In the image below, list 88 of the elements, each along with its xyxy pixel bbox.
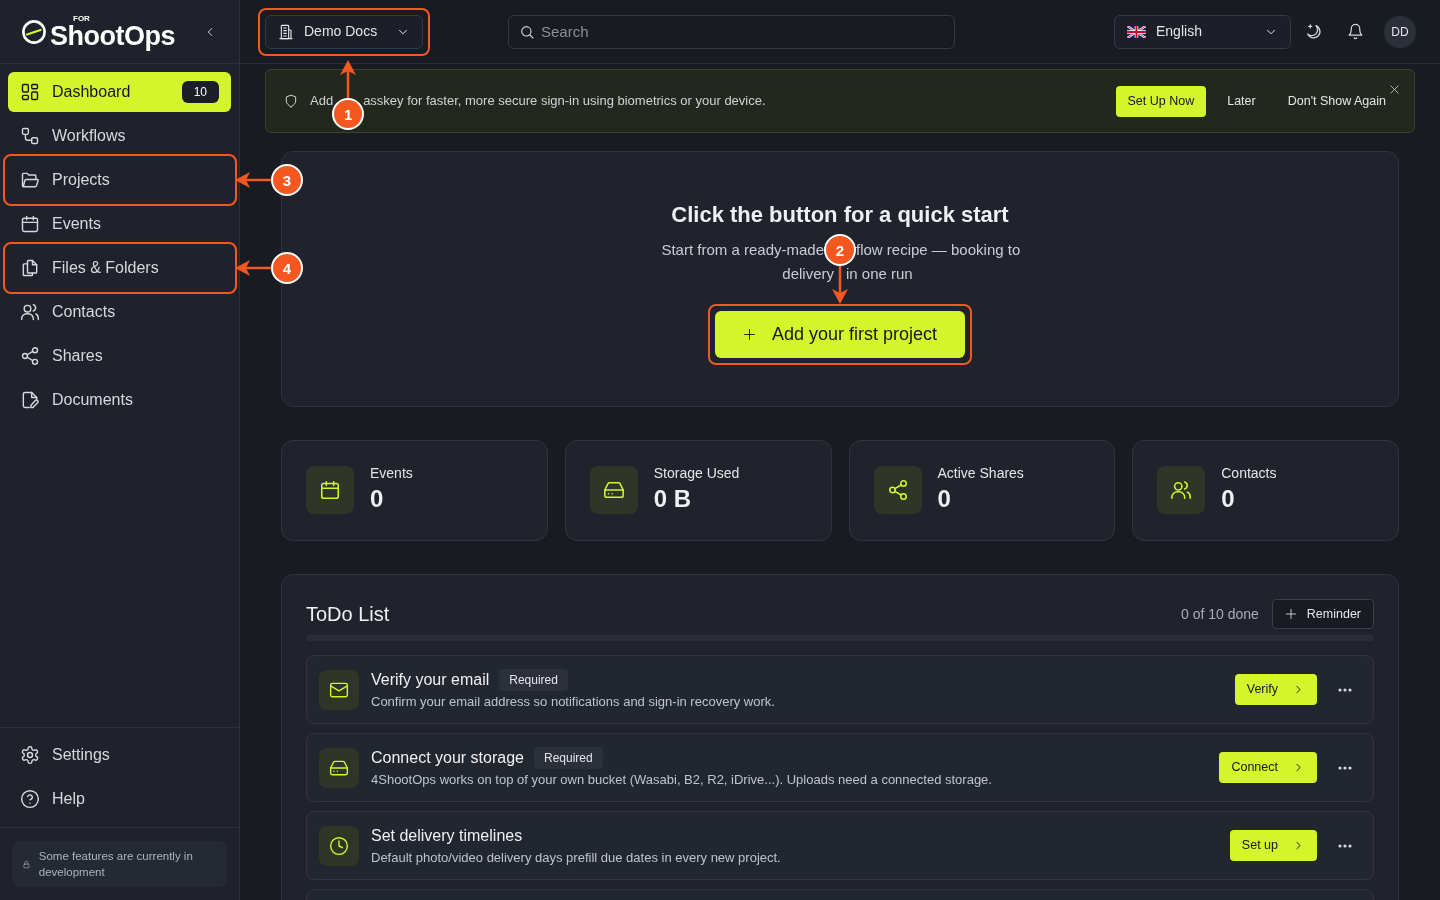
- shield-icon: [284, 94, 298, 108]
- building-icon: [278, 23, 294, 40]
- hero-subtitle: Start from a ready-made: [661, 240, 824, 260]
- plus-icon: [742, 328, 756, 341]
- gear-icon: [20, 745, 40, 765]
- more-icon: [1338, 765, 1352, 770]
- grid-icon: [20, 82, 40, 102]
- share-icon: [20, 346, 40, 366]
- lock-icon: [22, 858, 31, 870]
- hero-subtitle: flow recipe — booking to: [856, 240, 1021, 260]
- envelope-icon: [319, 669, 359, 710]
- document-edit-icon: [20, 390, 40, 410]
- hard-drive-icon: [589, 466, 638, 514]
- nodes-icon: [20, 126, 40, 146]
- users-icon: [1157, 466, 1206, 514]
- stat-label: Contacts: [1221, 464, 1277, 482]
- folder-icon: [20, 170, 40, 190]
- moon-icon: [1305, 22, 1323, 41]
- task-description: 4ShootOps works on top of your own bucket (Wasabi, B2, R2, iDrive...). Uploads need a connected storage.: [371, 770, 992, 789]
- stat-label: Events: [370, 464, 413, 482]
- avatar[interactable]: DD: [1384, 15, 1416, 48]
- required-tag: Required: [534, 746, 603, 769]
- close-button[interactable]: [1387, 82, 1401, 96]
- sidebar-item[interactable]: Contacts: [8, 292, 231, 332]
- logo-tag: FOR: [73, 14, 175, 23]
- calendar-icon: [20, 214, 40, 234]
- calendar-icon: [306, 466, 354, 514]
- task-title: Set delivery timelines: [371, 825, 523, 846]
- hard-drive-icon: [319, 747, 359, 788]
- task-description: Default photo/video delivery days prefill due dates in every new project.: [371, 848, 781, 867]
- task-title: Verify your email: [371, 669, 490, 690]
- task-action-button[interactable]: Connect: [1219, 752, 1317, 783]
- hero-title: Click the button for a quick start: [670, 201, 1010, 229]
- theme-toggle-button[interactable]: [1305, 22, 1323, 41]
- sidebar-item[interactable]: Shares: [8, 336, 231, 376]
- task-title: Connect your storage: [371, 747, 524, 768]
- search-field[interactable]: Search: [508, 14, 955, 49]
- add-project-button[interactable]: Add your first project: [714, 311, 966, 358]
- help-icon: [20, 789, 40, 809]
- hero-subtitle: in one run: [846, 264, 913, 284]
- banner-button[interactable]: Later: [1227, 91, 1256, 111]
- task-action-button[interactable]: Set up: [1229, 830, 1317, 861]
- stat-value: 0: [1221, 485, 1236, 513]
- share-icon: [873, 466, 922, 514]
- more-icon: [1338, 843, 1352, 848]
- clock-icon: [319, 825, 359, 866]
- logo-wordmark: ShootOps: [50, 22, 175, 49]
- plus-icon: [1284, 608, 1297, 620]
- hero-subtitle: delivery: [782, 264, 834, 284]
- language-select[interactable]: English: [1114, 14, 1291, 49]
- bell-icon: [1347, 23, 1364, 40]
- sidebar-item[interactable]: Workflows: [8, 116, 231, 156]
- note-text: Some features are currently in development: [38, 849, 194, 880]
- users-icon: [20, 302, 40, 322]
- sidebar-item[interactable]: Help: [8, 779, 231, 819]
- close-icon: [1388, 83, 1400, 95]
- sidebar-item[interactable]: Projects: [8, 160, 231, 200]
- sidebar-item[interactable]: Settings: [8, 735, 231, 775]
- task-action-button[interactable]: Verify: [1234, 674, 1317, 705]
- more-icon: [1338, 687, 1352, 692]
- stat-label: Active Shares: [937, 464, 1024, 482]
- sidebar-item[interactable]: Events: [8, 204, 231, 244]
- callout-number: 1: [332, 98, 365, 130]
- stat-value: 0: [937, 485, 952, 513]
- banner-button[interactable]: Set Up Now: [1115, 85, 1207, 117]
- banner-text: Add: [310, 92, 334, 111]
- files-icon: [20, 258, 40, 278]
- stat-label: Storage Used: [653, 464, 740, 482]
- callout-arrow: [338, 60, 359, 98]
- task-description: Confirm your email address so notifications and sign-in recovery work.: [371, 692, 775, 711]
- workspace-select[interactable]: Demo Docs: [265, 14, 423, 49]
- notifications-button[interactable]: [1347, 23, 1364, 40]
- progress-summary: 0 of 10 done: [1180, 604, 1259, 624]
- banner-button[interactable]: Don't Show Again: [1287, 91, 1386, 111]
- sidebar-item[interactable]: Documents: [8, 380, 231, 420]
- flag-icon: [1127, 25, 1146, 38]
- sidebar-item[interactable]: Dashboard 10: [8, 72, 231, 112]
- stat-value: 0: [370, 485, 385, 513]
- stat-value: 0 B: [653, 485, 693, 513]
- search-icon: [519, 23, 535, 40]
- required-tag: Required: [499, 668, 568, 691]
- callout-number: 2: [824, 234, 856, 266]
- count-badge: 10: [181, 81, 219, 103]
- todo-title: ToDo List: [306, 602, 390, 627]
- reminder-button[interactable]: Reminder: [1271, 599, 1374, 629]
- sidebar-item[interactable]: Files & Folders: [8, 248, 231, 288]
- logo-icon: [22, 19, 46, 44]
- banner-text: asskey for faster, more secure sign-in using biometrics or your device.: [363, 92, 766, 111]
